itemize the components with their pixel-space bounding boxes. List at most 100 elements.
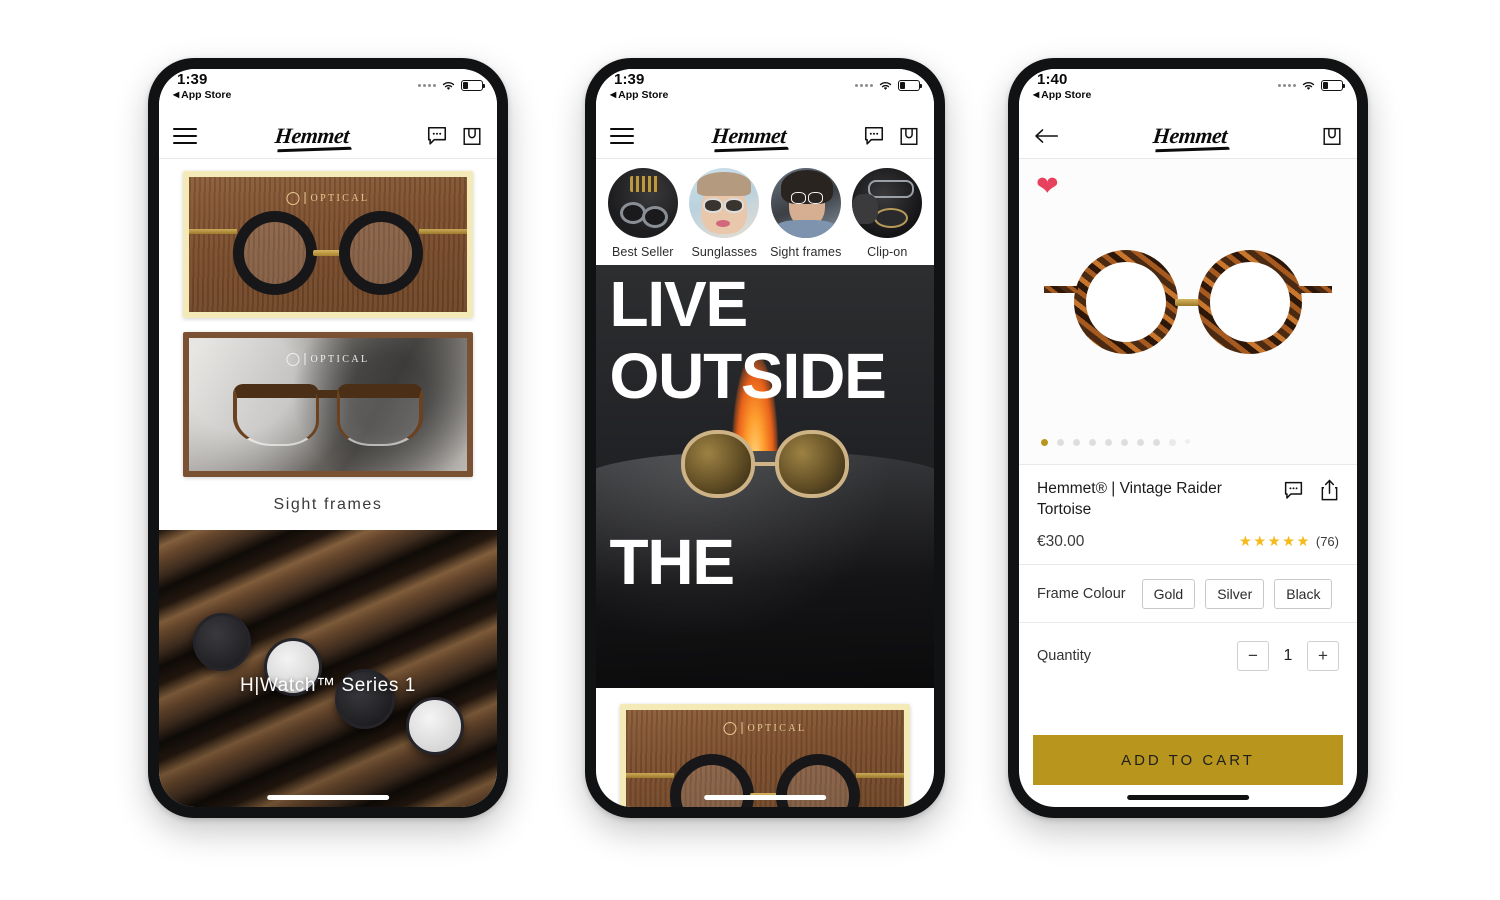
watch-item [405,696,464,755]
status-bar: 1:40 ◀ App Store [1019,69,1357,113]
temple-right [418,229,468,235]
product-card-tortoise-frames[interactable]: OPTICAL [182,332,474,477]
status-left: 1:40 ◀ App Store [1033,72,1091,101]
gallery-dot[interactable] [1121,439,1128,446]
app-header: Hemmet [1019,113,1357,159]
brand-logo[interactable]: Hemmet [710,123,787,149]
arrow-left-icon[interactable] [1033,125,1059,147]
product-gallery[interactable]: ❤ [1019,159,1357,464]
product-card-black-frames[interactable]: OPTICAL [182,171,474,318]
optical-watermark: OPTICAL [286,191,369,205]
share-icon[interactable] [1320,479,1339,501]
heart-icon[interactable]: ❤ [1036,173,1059,200]
gallery-dot[interactable] [1089,439,1096,446]
category-label: Clip-on [867,245,908,259]
lens-right [775,429,849,498]
category-item-sight-frames[interactable]: Sight frames [765,168,847,259]
back-triangle-icon: ◀ [1033,90,1040,100]
status-back-to-app-store[interactable]: ◀ App Store [173,90,231,101]
home-indicator[interactable] [267,795,389,800]
category-item-sunglasses[interactable]: Sunglasses [684,168,766,259]
battery-icon [1321,80,1346,91]
section-label-sight-frames[interactable]: Sight frames [159,477,497,530]
wifi-icon [441,79,456,92]
lens-right [336,384,423,447]
status-time: 1:39 [614,71,645,88]
status-right [418,79,486,92]
brand-logo[interactable]: Hemmet [273,123,350,149]
gallery-dot[interactable] [1185,439,1190,444]
status-time: 1:40 [1037,71,1068,88]
temple-left [625,772,674,778]
banner-title: H|Watch™ Series 1 [240,674,416,696]
hero-line-3: THE [609,526,736,599]
gallery-dot[interactable] [1105,439,1112,446]
shopping-bag-icon[interactable] [898,125,920,147]
gallery-dot[interactable] [1073,439,1080,446]
product-image: OPTICAL [625,710,905,807]
category-thumb [852,168,923,238]
optical-watermark-text: OPTICAL [747,722,807,734]
product-info-section: Hemmet® | Vintage Raider Tortoise €30.00… [1019,464,1357,564]
quantity-row: Quantity − 1 + [1037,640,1339,671]
bottom-product-card[interactable]: OPTICAL [619,704,911,807]
lens-right [338,210,423,295]
gallery-dot[interactable] [1041,439,1048,446]
lens-left [232,384,319,447]
lens-left [232,210,317,295]
gallery-dots[interactable] [1019,429,1357,458]
app-header: Hemmet [159,113,497,159]
chat-bubble-icon[interactable] [426,125,448,147]
frame-colour-options: Frame Colour Gold Silver Black [1037,578,1339,609]
frame-colour-option-gold[interactable]: Gold [1141,578,1196,609]
status-back-to-app-store[interactable]: ◀ App Store [1033,90,1091,101]
product-actions [1283,479,1339,501]
brand-logo[interactable]: Hemmet [1152,123,1229,149]
hero-banner[interactable]: LIVE OUTSIDE THE [596,265,934,688]
gallery-dot[interactable] [1153,439,1160,446]
vintage-raider-tortoise-illustration [1044,250,1332,354]
optical-divider [304,353,306,366]
temple-left [188,229,237,235]
temple-right [1298,285,1332,293]
hero-line-2: OUTSIDE [609,340,887,413]
status-bar: 1:39 ◀ App Store [596,69,934,113]
status-back-label: App Store [181,89,232,101]
lens-right [1198,250,1302,354]
bridge [316,390,339,399]
optical-watermark-text: OPTICAL [310,353,370,365]
frame-colour-option-black[interactable]: Black [1274,578,1333,609]
category-strip: Best Seller Sunglasses Sight frames Clip… [596,159,934,265]
shopping-bag-icon[interactable] [1321,125,1343,147]
tortoise-browline-illustration [232,384,423,447]
hamburger-icon[interactable] [610,127,634,144]
optical-divider [304,192,306,205]
phone-category: 1:39 ◀ App Store Hemmet Best Seller Sung… [585,58,945,818]
rating[interactable]: ★★★★★ (76) [1239,534,1339,550]
category-item-best-seller[interactable]: Best Seller [602,168,684,259]
chat-bubble-icon[interactable] [863,125,885,147]
header-actions [426,125,483,147]
shopping-bag-icon[interactable] [461,125,483,147]
home-indicator[interactable] [704,795,826,800]
hamburger-icon[interactable] [173,127,197,144]
watch-banner[interactable]: H|Watch™ Series 1 [159,530,497,807]
gallery-dot[interactable] [1057,439,1064,446]
quantity-increment-button[interactable]: + [1307,640,1339,671]
category-item-clip-on[interactable]: Clip-on [847,168,929,259]
add-to-cart-button[interactable]: ADD TO CART [1033,735,1343,785]
chat-bubble-icon[interactable] [1283,480,1304,501]
quantity-stepper[interactable]: − 1 + [1237,640,1339,671]
optical-divider [741,722,743,735]
gallery-dot[interactable] [1137,439,1144,446]
rating-stars: ★★★★★ [1238,533,1311,550]
frame-colour-option-silver[interactable]: Silver [1205,578,1265,609]
status-back-label: App Store [1041,89,1092,101]
wifi-icon [1301,79,1316,92]
status-bar: 1:39 ◀ App Store [159,69,497,113]
home-indicator[interactable] [1127,795,1249,800]
quantity-decrement-button[interactable]: − [1237,640,1269,671]
gallery-dot[interactable] [1169,439,1176,446]
status-back-to-app-store[interactable]: ◀ App Store [610,90,668,101]
category-thumb [770,168,841,238]
